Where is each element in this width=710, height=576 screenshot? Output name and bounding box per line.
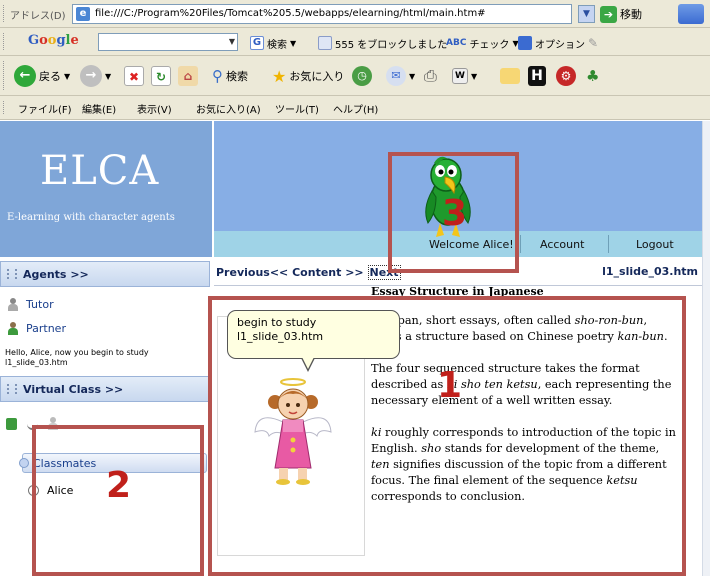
site-title: ELCA <box>40 148 160 194</box>
home-button[interactable]: ⌂ <box>178 64 198 88</box>
history-button[interactable]: ◷ <box>352 64 372 88</box>
chevron-down-icon: ▼ <box>471 71 478 81</box>
popup-blocker-button[interactable]: 555 をブロックしました <box>318 34 447 52</box>
history-icon: ◷ <box>352 66 372 86</box>
google-toolbar: Google ▼ G 検索 ▼ 555 をブロックしました ABC チェック ▼… <box>0 28 710 56</box>
h-icon: H <box>528 66 546 86</box>
google-search-button[interactable]: G 検索 ▼ <box>250 34 296 52</box>
annotation-label-1: 1 <box>437 365 463 406</box>
menu-help[interactable]: ヘルプ(H) <box>333 101 378 116</box>
address-input[interactable]: e file:///C:/Program%20Files/Tomcat%205.… <box>72 4 572 24</box>
gear-button[interactable]: ⚙ <box>556 64 576 88</box>
previous-link[interactable]: Previous<< <box>216 266 288 279</box>
menu-file[interactable]: ファイル(F) <box>18 101 72 116</box>
popup-blocker-icon <box>318 36 332 50</box>
print-icon: ⎙ <box>424 66 437 85</box>
messenger-button[interactable]: ♣ <box>586 64 599 88</box>
options-button[interactable]: オプション ✎ <box>518 34 598 52</box>
site-subtitle: E-learning with character agents <box>7 212 175 223</box>
abc-check-icon: ABC <box>446 38 467 48</box>
refresh-icon: ↻ <box>151 66 171 86</box>
annotation-label-3: 3 <box>442 193 468 234</box>
virtual-class-section-header[interactable]: Virtual Class >> <box>0 376 210 402</box>
home-icon: ⌂ <box>178 66 198 86</box>
favorites-button[interactable]: ★ お気に入り <box>272 64 344 88</box>
options-icon <box>518 36 532 50</box>
nav-separator <box>608 235 609 253</box>
messenger-icon: ♣ <box>586 67 600 85</box>
windows-logo-icon <box>678 4 704 24</box>
pencil-icon: ✎ <box>588 36 599 50</box>
content-navigation: Previous<< Content >> Next <box>216 265 401 280</box>
folder-button[interactable] <box>500 64 520 88</box>
menu-favorites[interactable]: お気に入り(A) <box>196 101 261 116</box>
google-search-input[interactable] <box>98 33 238 51</box>
agents-section-header[interactable]: Agents >> <box>0 261 210 287</box>
back-arrow-icon: ← <box>14 65 36 87</box>
menu-tools[interactable]: ツール(T) <box>275 101 319 116</box>
address-url[interactable]: file:///C:/Program%20Files/Tomcat%205.5/… <box>95 8 486 19</box>
go-arrow-icon: ➔ <box>600 5 617 23</box>
agent-message: Hello, Alice, now you begin to study l1_… <box>5 348 149 367</box>
menu-edit[interactable]: 編集(E) <box>82 101 116 116</box>
grip-icon <box>7 269 17 279</box>
google-search-dropdown[interactable]: ▼ <box>227 34 237 50</box>
h-button[interactable]: H <box>528 64 546 88</box>
agent-tutor[interactable]: Tutor <box>8 298 54 311</box>
go-button[interactable]: ➔ 移動 <box>600 4 642 24</box>
chevron-down-icon: ▼ <box>409 71 416 81</box>
annotation-label-2: 2 <box>106 465 132 506</box>
search-icon: ⚲ <box>212 67 223 85</box>
logo-panel: ELCA E-learning with character agents <box>0 121 213 257</box>
toolbar-grip[interactable] <box>3 101 6 114</box>
edit-button[interactable]: W ▼ <box>452 64 477 88</box>
folder-icon <box>500 68 520 84</box>
menu-bar: ファイル(F) 編集(E) 表示(V) お気に入り(A) ツール(T) ヘルプ(… <box>0 96 710 120</box>
chevron-down-icon: ▼ <box>64 71 71 81</box>
refresh-button[interactable]: ↻ <box>151 64 171 88</box>
print-button[interactable]: ⎙ <box>424 64 437 88</box>
annotation-box-1 <box>208 296 686 576</box>
address-dropdown-button[interactable]: ▼ <box>578 5 595 23</box>
gear-icon: ⚙ <box>556 66 576 86</box>
edit-page-icon: W <box>452 68 468 84</box>
page-scrollbar[interactable] <box>702 121 710 576</box>
classmates-toggle-icon <box>19 458 29 468</box>
spellcheck-button[interactable]: ABC チェック ▼ <box>446 34 519 52</box>
refresh-icon[interactable] <box>6 417 17 430</box>
address-label: アドレス(D) <box>10 11 66 22</box>
google-g-icon: G <box>250 36 264 50</box>
chevron-down-icon: ▼ <box>105 71 112 81</box>
person-icon <box>8 298 18 311</box>
forward-arrow-icon: → <box>80 65 102 87</box>
stop-icon: ✖ <box>124 66 144 86</box>
back-button[interactable]: ← 戻る ▼ <box>14 64 70 88</box>
mail-button[interactable]: ✉ ▼ <box>386 64 415 88</box>
account-link[interactable]: Account <box>540 238 584 251</box>
slide-filename: l1_slide_03.htm <box>602 265 698 278</box>
address-bar: アドレス(D) e file:///C:/Program%20Files/Tom… <box>0 0 710 28</box>
person-icon <box>8 322 18 335</box>
mail-icon: ✉ <box>386 66 406 86</box>
star-icon: ★ <box>272 66 287 86</box>
logout-link[interactable]: Logout <box>636 238 674 251</box>
menu-view[interactable]: 表示(V) <box>137 101 172 116</box>
toolbar-grip[interactable] <box>3 61 6 90</box>
toolbar-grip[interactable] <box>3 5 6 22</box>
search-button[interactable]: ⚲ 検索 <box>212 64 248 88</box>
agent-partner[interactable]: Partner <box>8 322 66 335</box>
google-logo[interactable]: Google <box>28 33 79 48</box>
toolbar-grip[interactable] <box>3 33 6 50</box>
content-link[interactable]: Content >> <box>292 266 364 279</box>
stop-button[interactable]: ✖ <box>124 64 144 88</box>
navigation-toolbar: ← 戻る ▼ → ▼ ✖ ↻ ⌂ ⚲ 検索 ★ お気に入り ◷ ✉ ▼ ⎙ W … <box>0 56 710 96</box>
page-icon: e <box>76 7 90 21</box>
forward-button[interactable]: → ▼ <box>80 64 111 88</box>
chevron-down-icon: ▼ <box>290 38 297 48</box>
grip-icon <box>7 384 17 394</box>
go-label: 移動 <box>620 8 642 21</box>
nav-separator <box>520 235 521 253</box>
